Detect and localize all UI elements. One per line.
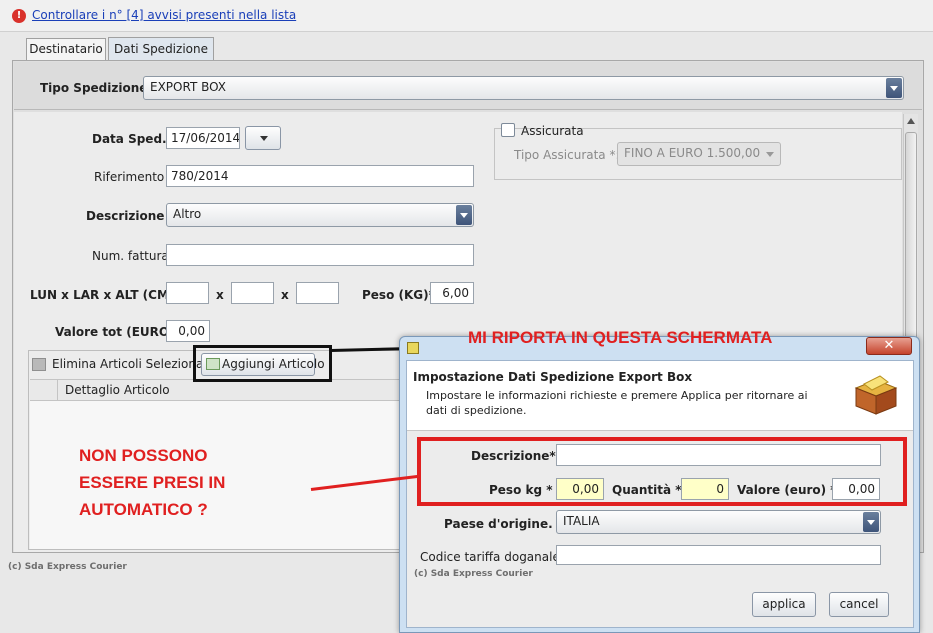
delete-articles-label: Elimina Articoli Selezionati <box>52 357 212 371</box>
footer-copyright: (c) Sda Express Courier <box>8 562 127 572</box>
trash-icon <box>32 358 46 371</box>
annotation-left-1: NON POSSONO <box>79 446 208 465</box>
invoice-label: Num. fattura : <box>92 249 177 263</box>
select-column-header <box>30 379 58 401</box>
dims-separator: x <box>281 288 289 302</box>
dialog-subtitle: Impostare le informazioni richieste e pr… <box>426 389 808 417</box>
dialog-title: Impostazione Dati Spedizione Export Box <box>413 370 693 384</box>
tab-dati-spedizione[interactable]: Dati Spedizione <box>108 37 214 61</box>
height-field[interactable] <box>296 282 339 304</box>
reference-label: Riferimento : <box>94 170 173 184</box>
dialog-origin-select[interactable]: ITALIA <box>556 510 881 534</box>
annotation-top: MI RIPORTA IN QUESTA SCHERMATA <box>468 328 773 347</box>
width-field[interactable] <box>231 282 274 304</box>
warning-icon: ! <box>12 9 26 23</box>
dialog-copyright: (c) Sda Express Courier <box>414 569 533 579</box>
annotation-highlight-box <box>417 437 907 506</box>
shipment-type-value: EXPORT BOX <box>150 80 227 94</box>
tab-destinatario-label: Destinatario <box>29 42 103 56</box>
date-picker-button[interactable] <box>245 126 281 150</box>
detail-column-header: Dettaglio Articolo <box>65 383 170 397</box>
chevron-down-icon <box>260 136 268 141</box>
tab-dati-spedizione-label: Dati Spedizione <box>114 42 208 56</box>
close-button[interactable]: ✕ <box>866 337 912 355</box>
package-icon <box>852 372 900 416</box>
shipment-type-select[interactable]: EXPORT BOX <box>143 76 904 100</box>
insurance-type-label: Tipo Assicurata *: <box>514 148 620 162</box>
date-field[interactable]: 17/06/2014 <box>166 127 240 149</box>
insurance-label: Assicurata <box>521 124 584 138</box>
dialog-origin-label: Paese d'origine. * : <box>444 517 573 531</box>
close-icon: ✕ <box>883 338 895 353</box>
notice-link[interactable]: Controllare i n° [4] avvisi presenti nel… <box>32 8 296 22</box>
reference-field[interactable]: 780/2014 <box>166 165 474 187</box>
highlight-box <box>193 345 332 382</box>
description-value: Altro <box>173 207 202 221</box>
apply-button[interactable]: applica <box>752 592 816 617</box>
chevron-down-icon <box>886 78 902 98</box>
length-field[interactable] <box>166 282 209 304</box>
dialog-origin-value: ITALIA <box>563 514 600 528</box>
invoice-field[interactable] <box>166 244 474 266</box>
annotation-left-2: ESSERE PRESI IN <box>79 473 226 492</box>
insurance-type-value: FINO A EURO 1.500,00 <box>624 146 761 160</box>
dialog-app-icon <box>407 342 419 354</box>
chevron-down-icon <box>766 152 774 157</box>
shipment-type-label: Tipo Spedizione : <box>40 81 157 95</box>
dialog-tariff-field[interactable] <box>556 545 881 565</box>
cancel-button[interactable]: cancel <box>829 592 889 617</box>
dims-separator: x <box>216 288 224 302</box>
chevron-down-icon <box>863 512 879 532</box>
scroll-up-icon[interactable] <box>907 118 915 124</box>
description-select[interactable]: Altro <box>166 203 474 227</box>
tab-destinatario[interactable]: Destinatario <box>26 38 106 60</box>
chevron-down-icon <box>456 205 472 225</box>
annotation-left-3: AUTOMATICO ? <box>79 500 208 519</box>
weight-field[interactable]: 6,00 <box>430 282 474 304</box>
dialog-tariff-label: Codice tariffa doganale : <box>420 550 568 564</box>
insurance-checkbox[interactable] <box>501 123 515 137</box>
total-value-field[interactable]: 0,00 <box>166 320 210 342</box>
insurance-type-select[interactable]: FINO A EURO 1.500,00 <box>617 142 781 166</box>
